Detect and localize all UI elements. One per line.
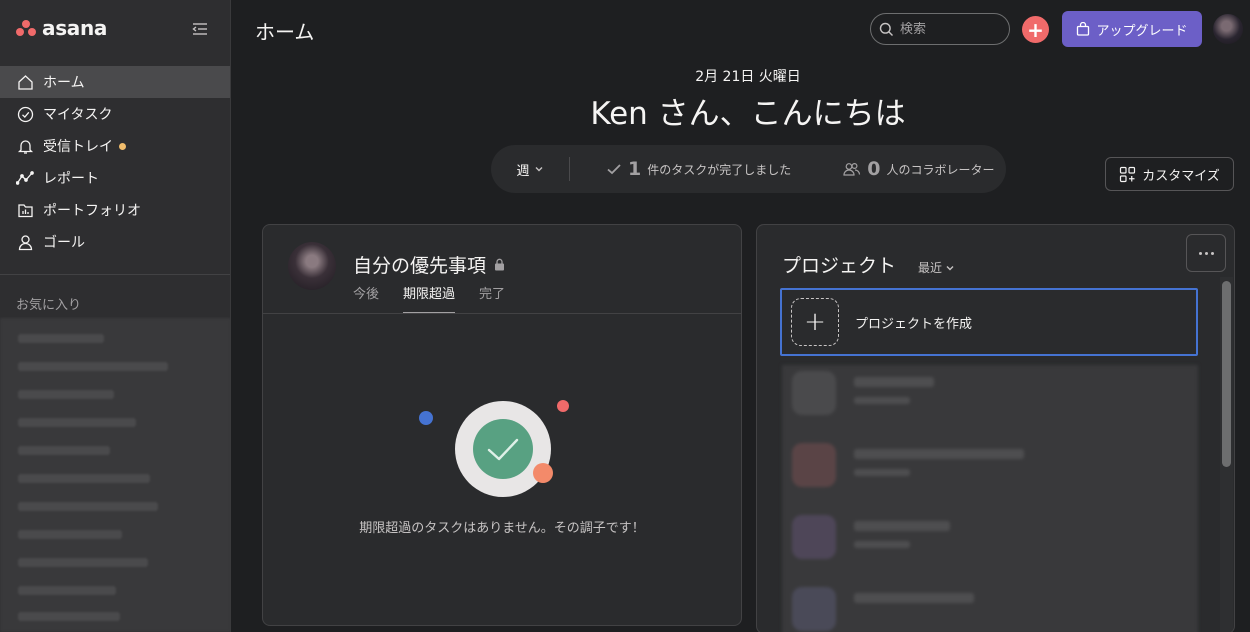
tabs-divider — [263, 313, 741, 314]
projects-card: プロジェクト 最近 + プロジェクトを作成 — [756, 224, 1235, 632]
priorities-title-text: 自分の優先事項 — [353, 255, 487, 277]
search-box[interactable] — [870, 13, 1010, 45]
shopping-bag-icon — [1077, 22, 1090, 36]
sidebar-item-reports[interactable]: レポート — [0, 162, 230, 194]
sidebar-item-inbox[interactable]: 受信トレイ — [0, 130, 230, 162]
sidebar-item-label: ゴール — [43, 235, 85, 251]
empty-state-message: 期限超過のタスクはありません。その調子です！ — [359, 521, 645, 536]
ellipsis-icon — [1198, 251, 1202, 255]
ellipsis-dot — [1210, 251, 1214, 255]
my-priorities-card: 自分の優先事項 今後 期限超過 完了 期限超過のタスクはありません。その調子です… — [262, 224, 742, 626]
create-project-button[interactable]: + プロジェクトを作成 — [780, 288, 1198, 356]
ellipsis-dot — [1204, 251, 1208, 255]
quick-add-button[interactable]: + — [1022, 16, 1049, 43]
upgrade-button[interactable]: アップグレード — [1062, 11, 1202, 47]
chevron-down-icon — [946, 265, 954, 270]
person-icon — [16, 233, 34, 251]
sidebar-item-portfolios[interactable]: ポートフォリオ — [0, 194, 230, 226]
search-input[interactable] — [900, 21, 1000, 37]
tasks-completed-count: 1 — [628, 158, 642, 180]
asana-logo[interactable]: asana — [16, 16, 107, 40]
lock-icon — [495, 258, 505, 271]
trend-line-icon — [16, 169, 34, 187]
upgrade-label: アップグレード — [1096, 23, 1188, 39]
greeting-date: 2月 21日 火曜日 — [695, 69, 801, 85]
priorities-title: 自分の優先事項 — [353, 251, 505, 278]
search-icon — [879, 22, 893, 36]
chevron-down-icon — [535, 167, 542, 172]
projects-title: プロジェクト — [782, 255, 897, 277]
greeting-message: Ken さん、こんにちは — [590, 96, 906, 132]
sidebar-item-goals[interactable]: ゴール — [0, 226, 230, 258]
projects-more-button[interactable] — [1186, 234, 1226, 272]
period-label: 週 — [516, 163, 530, 179]
collaborators-label: 人のコラボレーター — [886, 162, 995, 177]
tasks-completed-stat: 1 件のタスクが完了しました — [606, 158, 791, 180]
period-dropdown[interactable]: 週 — [491, 160, 569, 179]
user-avatar[interactable] — [1213, 14, 1243, 44]
sidebar-item-label: ポートフォリオ — [43, 203, 141, 219]
sidebar-divider — [0, 274, 230, 275]
favorites-heading: お気に入り — [16, 298, 82, 313]
sidebar-item-label: 受信トレイ — [43, 139, 113, 155]
tab-overdue[interactable]: 期限超過 — [403, 283, 456, 314]
stats-bar: 週 1 件のタスクが完了しました 0 人のコラボレーター — [491, 145, 1006, 193]
unread-badge — [119, 142, 126, 150]
tab-upcoming[interactable]: 今後 — [353, 283, 379, 314]
stats-divider — [569, 157, 570, 181]
folder-chart-icon — [16, 201, 34, 219]
page-title: ホーム — [255, 20, 315, 44]
all-clear-illustration — [419, 400, 569, 497]
tasks-completed-label: 件のタスクが完了しました — [647, 162, 792, 177]
checkmark-icon — [607, 164, 621, 175]
priorities-avatar — [288, 242, 336, 290]
collaborators-count: 0 — [867, 158, 881, 180]
project-list-blurred — [782, 365, 1198, 632]
menu-collapse-icon — [192, 23, 207, 35]
favorites-list-blurred — [0, 318, 230, 632]
plus-icon: + — [1027, 17, 1044, 42]
tab-completed[interactable]: 完了 — [479, 283, 505, 314]
asana-logo-icon — [16, 20, 36, 36]
people-icon — [843, 162, 861, 176]
projects-sort-dropdown[interactable]: 最近 — [918, 259, 955, 276]
collaborators-stat: 0 人のコラボレーター — [843, 158, 995, 180]
sidebar-collapse-button[interactable] — [190, 20, 210, 38]
projects-scrollbar[interactable] — [1222, 281, 1231, 467]
create-project-label: プロジェクトを作成 — [855, 316, 973, 332]
projects-sort-label: 最近 — [918, 261, 943, 275]
bell-icon — [16, 137, 34, 155]
priorities-tabs: 今後 期限超過 完了 — [353, 283, 505, 314]
plus-icon: + — [791, 298, 839, 346]
brand-name: asana — [42, 16, 108, 40]
widgets-icon — [1120, 166, 1136, 182]
customize-button[interactable]: カスタマイズ — [1105, 157, 1234, 191]
sidebar-item-label: レポート — [43, 171, 99, 187]
customize-label: カスタマイズ — [1142, 168, 1220, 184]
